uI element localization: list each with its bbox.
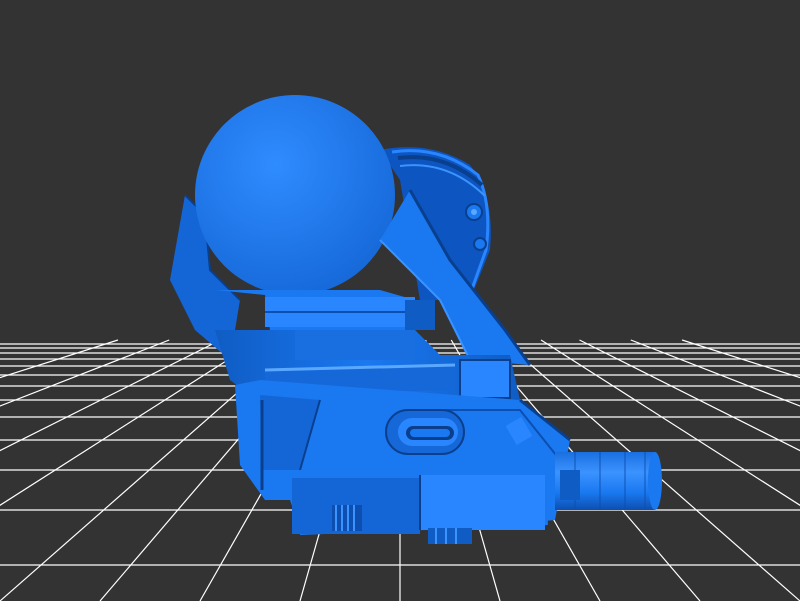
slot-port [385,409,465,455]
bottom-box [290,470,548,544]
3d-scene[interactable] [0,0,800,601]
3d-viewport[interactable] [0,0,800,601]
3d-model[interactable] [170,95,662,544]
barrel-cylinder [555,452,662,510]
sphere-head [195,95,395,295]
